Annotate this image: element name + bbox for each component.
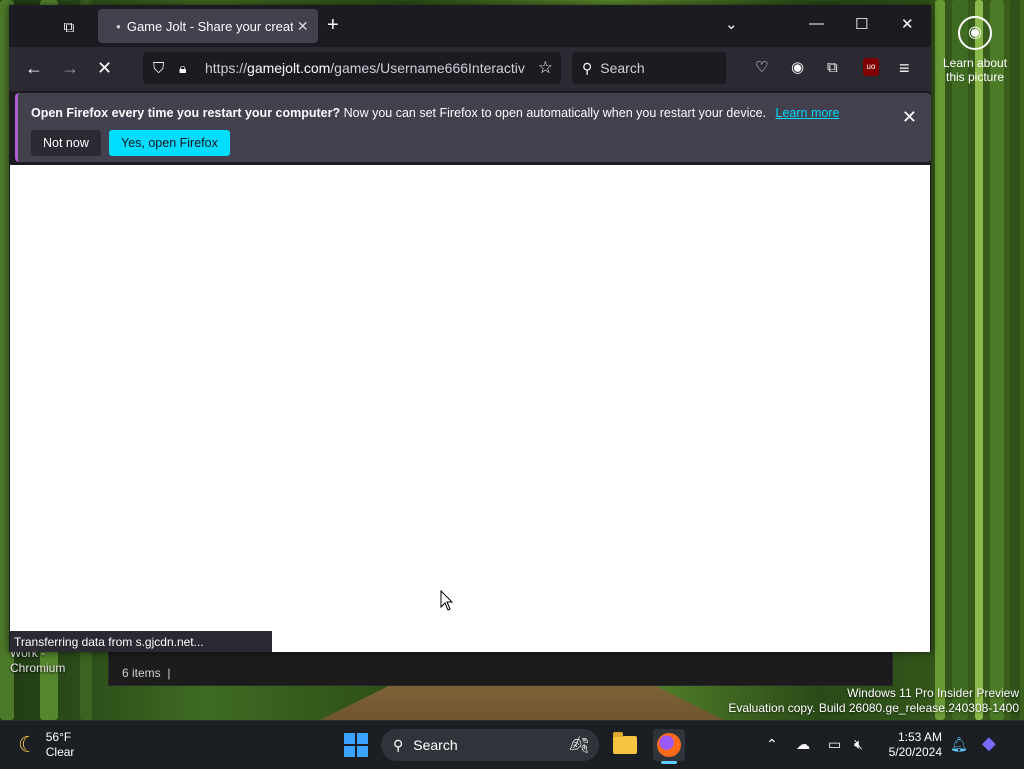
loading-dot-icon: ● — [116, 21, 121, 31]
back-arrow-icon[interactable]: ← — [25, 59, 43, 77]
account-icon[interactable]: ◉ — [791, 59, 804, 77]
url-text[interactable]: https://gamejolt.com/games/Username666In… — [205, 60, 525, 76]
taskbar: ☾ 56°F Clear ⚲ Search 🍂︎ ⌃ ☁ ▭ 🔇︎ 1:53 A… — [0, 720, 1024, 769]
start-button-windows-icon[interactable] — [344, 733, 368, 757]
system-clock[interactable]: 1:53 AM 5/20/2024 — [878, 730, 942, 760]
new-tab-icon[interactable]: + — [327, 15, 339, 35]
taskbar-search[interactable]: ⚲ Search 🍂︎ — [381, 729, 599, 761]
notification-body-text: Now you can set Firefox to open automati… — [343, 106, 767, 120]
tracking-protection-shield-icon[interactable]: ⛉ — [153, 60, 164, 77]
address-bar[interactable]: ⛉ 🔒︎ https://gamejolt.com/games/Username… — [143, 52, 561, 84]
maximize-icon[interactable]: ☐ — [855, 15, 868, 33]
close-window-icon[interactable]: ✕ — [901, 15, 914, 33]
mouse-cursor-icon — [440, 590, 454, 611]
tab-list-icon[interactable]: ⧉ — [55, 13, 83, 41]
clock-time: 1:53 AM — [897, 730, 942, 744]
navigation-toolbar: ← → ✕ ⛉ 🔒︎ https://gamejolt.com/games/Us… — [9, 47, 931, 91]
explorer-item-count: 6 items | — [122, 666, 171, 680]
search-highlight-icon: 🍂︎ — [568, 737, 589, 754]
close-notification-icon[interactable]: ✕ — [902, 107, 917, 128]
learn-more-link[interactable]: Learn more — [776, 106, 840, 120]
clock-date: 5/20/2024 — [888, 745, 942, 759]
stop-loading-icon[interactable]: ✕ — [97, 59, 112, 77]
page-content[interactable] — [10, 165, 930, 652]
notification-message: Open Firefox every time you restart your… — [31, 106, 839, 120]
minimize-icon[interactable]: — — [809, 15, 824, 32]
yes-open-firefox-button[interactable]: Yes, open Firefox — [109, 130, 230, 156]
firefox-taskbar-icon[interactable] — [653, 729, 685, 764]
ublock-icon[interactable]: uo — [863, 58, 879, 76]
lock-icon[interactable]: 🔒︎ — [179, 60, 186, 77]
weather-widget[interactable]: ☾ 56°F Clear — [18, 730, 74, 760]
default-browser-notification: Open Firefox every time you restart your… — [15, 93, 931, 162]
star-icon[interactable]: ☆ — [538, 58, 553, 78]
list-all-tabs-chevron-icon[interactable]: ⌄ — [725, 15, 738, 33]
camera-pin-icon: ◉ — [958, 16, 992, 50]
moon-icon: ☾ — [18, 732, 38, 757]
weather-temp: 56°F — [45, 730, 72, 744]
tab-bar: ⧉ ● Game Jolt - Share your creations ✕ +… — [9, 5, 931, 47]
network-icon[interactable]: ▭ — [828, 736, 841, 753]
close-tab-icon[interactable]: ✕ — [297, 18, 309, 35]
search-icon: ⚲ — [582, 59, 593, 76]
search-icon: ⚲ — [393, 736, 404, 753]
forward-arrow-icon[interactable]: → — [61, 59, 79, 77]
notification-bold-text: Open Firefox every time you restart your… — [31, 106, 341, 120]
learn-about-line1: Learn about — [942, 56, 1008, 70]
watermark-line1: Windows 11 Pro Insider Preview — [847, 686, 1019, 700]
firefox-window: ⧉ ● Game Jolt - Share your creations ✕ +… — [9, 5, 931, 652]
search-bar[interactable]: ⚲ Search — [572, 52, 726, 84]
tab-title: Game Jolt - Share your creations — [126, 18, 293, 34]
search-placeholder: Search — [600, 60, 645, 76]
volume-muted-icon[interactable]: 🔇︎ — [854, 736, 863, 753]
taskbar-search-label: Search — [413, 737, 458, 753]
tab-gamejolt[interactable]: ● Game Jolt - Share your creations ✕ — [98, 9, 318, 43]
copilot-icon[interactable]: ◆ — [982, 733, 996, 754]
weather-desc: Clear — [45, 745, 75, 759]
status-panel: Transferring data from s.gjcdn.net... — [10, 631, 272, 652]
learn-about-picture-widget[interactable]: ◉ Learn about this picture — [940, 12, 1010, 84]
onedrive-cloud-icon[interactable]: ☁ — [796, 736, 810, 753]
watermark-line2: Evaluation copy. Build 26080.ge_release.… — [728, 701, 1019, 715]
shortcut-label-line2: Chromium — [10, 661, 66, 675]
windows-watermark: Windows 11 Pro Insider Preview Evaluatio… — [728, 686, 1019, 716]
show-hidden-icons-chevron-icon[interactable]: ⌃ — [766, 736, 778, 753]
pocket-icon[interactable]: ♡ — [755, 59, 768, 77]
hamburger-menu-icon[interactable]: ≡ — [899, 59, 910, 77]
file-explorer-taskbar-icon[interactable] — [609, 729, 641, 761]
notification-bell-icon[interactable]: 🔔︎ — [950, 736, 968, 753]
extensions-puzzle-icon[interactable]: ⧉ — [827, 59, 838, 77]
learn-about-line2: this picture — [945, 70, 1005, 84]
not-now-button[interactable]: Not now — [31, 130, 101, 156]
